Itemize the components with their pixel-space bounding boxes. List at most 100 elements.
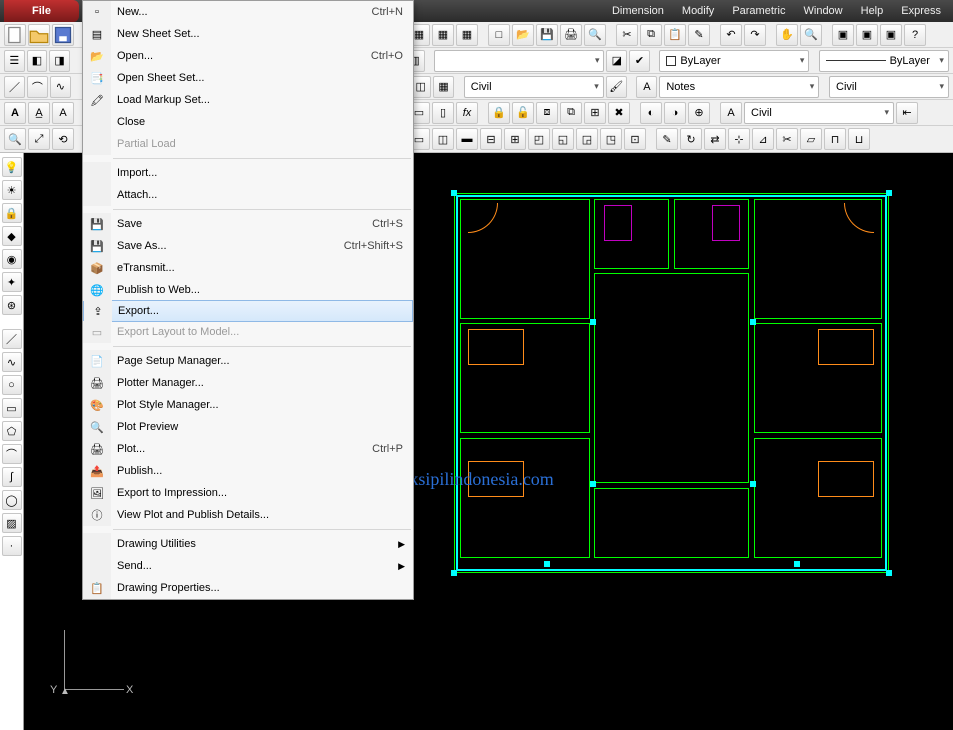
menu-window[interactable]: Window — [804, 5, 843, 17]
menu-plotter-manager[interactable]: 🖨 Plotter Manager... — [83, 372, 413, 394]
lock-icon[interactable]: 🔒 — [488, 102, 510, 124]
menu-open[interactable]: 📂 Open... Ctrl+O — [83, 45, 413, 67]
draw-polygon-icon[interactable]: ⬠ — [2, 421, 22, 441]
menu-publish-web[interactable]: 🌐 Publish to Web... — [83, 279, 413, 301]
draw-arc-icon[interactable]: ⌒ — [27, 76, 48, 98]
paste-icon[interactable]: 📋 — [664, 24, 686, 46]
menu-import[interactable]: Import... — [83, 162, 413, 184]
undo-icon[interactable]: ↶ — [720, 24, 742, 46]
notes-dropdown[interactable]: Notes — [659, 76, 819, 98]
modify-icon[interactable]: ⊿ — [752, 128, 774, 150]
open-folder-icon[interactable]: 📂 — [512, 24, 534, 46]
tool-icon[interactable]: ◲ — [576, 128, 598, 150]
layer-icon[interactable]: ◧ — [27, 50, 48, 72]
draw-rect-icon[interactable]: ▭ — [2, 398, 22, 418]
delete-constraint-icon[interactable]: ✖ — [608, 102, 630, 124]
menu-export[interactable]: ⇪ Export... — [83, 300, 413, 322]
zoom-extents-icon[interactable]: ⤢ — [28, 128, 50, 150]
dim-icon[interactable]: ⇤ — [896, 102, 918, 124]
tool-icon[interactable]: ⊟ — [480, 128, 502, 150]
tool-icon[interactable]: ◰ — [528, 128, 550, 150]
copy-icon[interactable]: ⧉ — [640, 24, 662, 46]
table-icon[interactable]: ▦ — [433, 76, 454, 98]
brush-icon[interactable]: 🖌 — [606, 76, 627, 98]
menu-send[interactable]: Send... ▶ — [83, 555, 413, 577]
save-icon[interactable]: 💾 — [536, 24, 558, 46]
modify-icon[interactable]: ⊹ — [728, 128, 750, 150]
civil3-dropdown[interactable]: Civil — [744, 102, 894, 124]
menu-save[interactable]: 💾 Save Ctrl+S — [83, 213, 413, 235]
draw-circle-icon[interactable]: ○ — [2, 375, 22, 395]
modify-icon[interactable]: ⇄ — [704, 128, 726, 150]
preview-icon[interactable]: 🔍 — [584, 24, 606, 46]
new-file-icon[interactable]: □ — [488, 24, 510, 46]
tool-icon[interactable]: ⊕ — [688, 102, 710, 124]
draw-line-icon[interactable]: ／ — [4, 76, 25, 98]
zoom-icon[interactable]: 🔍 — [800, 24, 822, 46]
menu-etransmit[interactable]: 📦 eTransmit... — [83, 257, 413, 279]
menu-parametric[interactable]: Parametric — [732, 5, 785, 17]
menu-drawing-utilities[interactable]: Drawing Utilities ▶ — [83, 533, 413, 555]
print-icon[interactable]: 🖨 — [560, 24, 582, 46]
layer-icon[interactable]: ☰ — [4, 50, 25, 72]
menu-drawing-properties[interactable]: 📋 Drawing Properties... — [83, 577, 413, 599]
draw-arc-icon[interactable]: ⌒ — [2, 444, 22, 464]
modify-icon[interactable]: ↻ — [680, 128, 702, 150]
draw-point-icon[interactable]: · — [2, 536, 22, 556]
menu-load-markup[interactable]: 🖍 Load Markup Set... — [83, 89, 413, 111]
fx-icon[interactable]: fx — [456, 102, 478, 124]
dim-style-icon[interactable]: A — [720, 102, 742, 124]
menu-page-setup[interactable]: 📄 Page Setup Manager... — [83, 350, 413, 372]
menu-attach[interactable]: Attach... — [83, 184, 413, 206]
app-file-button[interactable]: File — [4, 0, 79, 22]
constraint-icon[interactable]: ⊞ — [584, 102, 606, 124]
pan-icon[interactable]: ✋ — [776, 24, 798, 46]
tool-icon[interactable]: ◑ — [664, 102, 686, 124]
mtext-icon[interactable]: A — [4, 102, 26, 124]
tool-icon[interactable]: ✦ — [2, 272, 22, 292]
lock-icon[interactable]: 🔓 — [512, 102, 534, 124]
new-file-icon[interactable] — [4, 24, 26, 46]
zoom-window-icon[interactable]: 🔍 — [4, 128, 26, 150]
draw-ellipse-icon[interactable]: ◯ — [2, 490, 22, 510]
modify-icon[interactable]: ✂ — [776, 128, 798, 150]
menu-help[interactable]: Help — [861, 5, 884, 17]
save-icon[interactable] — [52, 24, 74, 46]
tool-icon[interactable]: ⊞ — [504, 128, 526, 150]
sun-icon[interactable]: ☀ — [2, 180, 22, 200]
menu-new[interactable]: ▫ New... Ctrl+N — [83, 1, 413, 23]
tool-icon[interactable]: ⊡ — [624, 128, 646, 150]
constraint-icon[interactable]: ⧈ — [536, 102, 558, 124]
open-folder-icon[interactable] — [28, 24, 50, 46]
style-civil-dropdown[interactable]: Civil — [464, 76, 604, 98]
draw-spline-icon[interactable]: ∫ — [2, 467, 22, 487]
linestyle-dropdown[interactable]: ByLayer — [819, 50, 949, 72]
modify-icon[interactable]: ▱ — [800, 128, 822, 150]
redo-icon[interactable]: ↷ — [744, 24, 766, 46]
draw-icon[interactable]: ∿ — [50, 76, 71, 98]
menu-plot[interactable]: 🖨 Plot... Ctrl+P — [83, 438, 413, 460]
text-icon[interactable]: A̲ — [28, 102, 50, 124]
light-bulb-icon[interactable]: 💡 — [2, 157, 22, 177]
tool-icon[interactable]: ◳ — [600, 128, 622, 150]
draw-pline-icon[interactable]: ∿ — [2, 352, 22, 372]
menu-plot-preview[interactable]: 🔍 Plot Preview — [83, 416, 413, 438]
tool-icon[interactable]: ▯ — [432, 102, 454, 124]
bylayer-dropdown[interactable]: ByLayer — [659, 50, 809, 72]
modify-icon[interactable]: ✎ — [656, 128, 678, 150]
draw-line-icon[interactable]: ／ — [2, 329, 22, 349]
text-icon[interactable]: A — [52, 102, 74, 124]
tool-icon[interactable]: ▣ — [880, 24, 902, 46]
layer-dropdown[interactable] — [434, 50, 604, 72]
tool-icon[interactable]: ◫ — [432, 128, 454, 150]
text-style-icon[interactable]: A — [636, 76, 657, 98]
layer-icon[interactable]: ◨ — [49, 50, 70, 72]
constraint-icon[interactable]: ⧉ — [560, 102, 582, 124]
zoom-prev-icon[interactable]: ⟲ — [52, 128, 74, 150]
modify-icon[interactable]: ⊔ — [848, 128, 870, 150]
tool-icon[interactable]: ▦ — [432, 24, 454, 46]
tool-icon[interactable]: ◉ — [2, 249, 22, 269]
tool-icon[interactable]: ◱ — [552, 128, 574, 150]
match-icon[interactable]: ✔ — [629, 50, 650, 72]
menu-publish[interactable]: 📤 Publish... — [83, 460, 413, 482]
